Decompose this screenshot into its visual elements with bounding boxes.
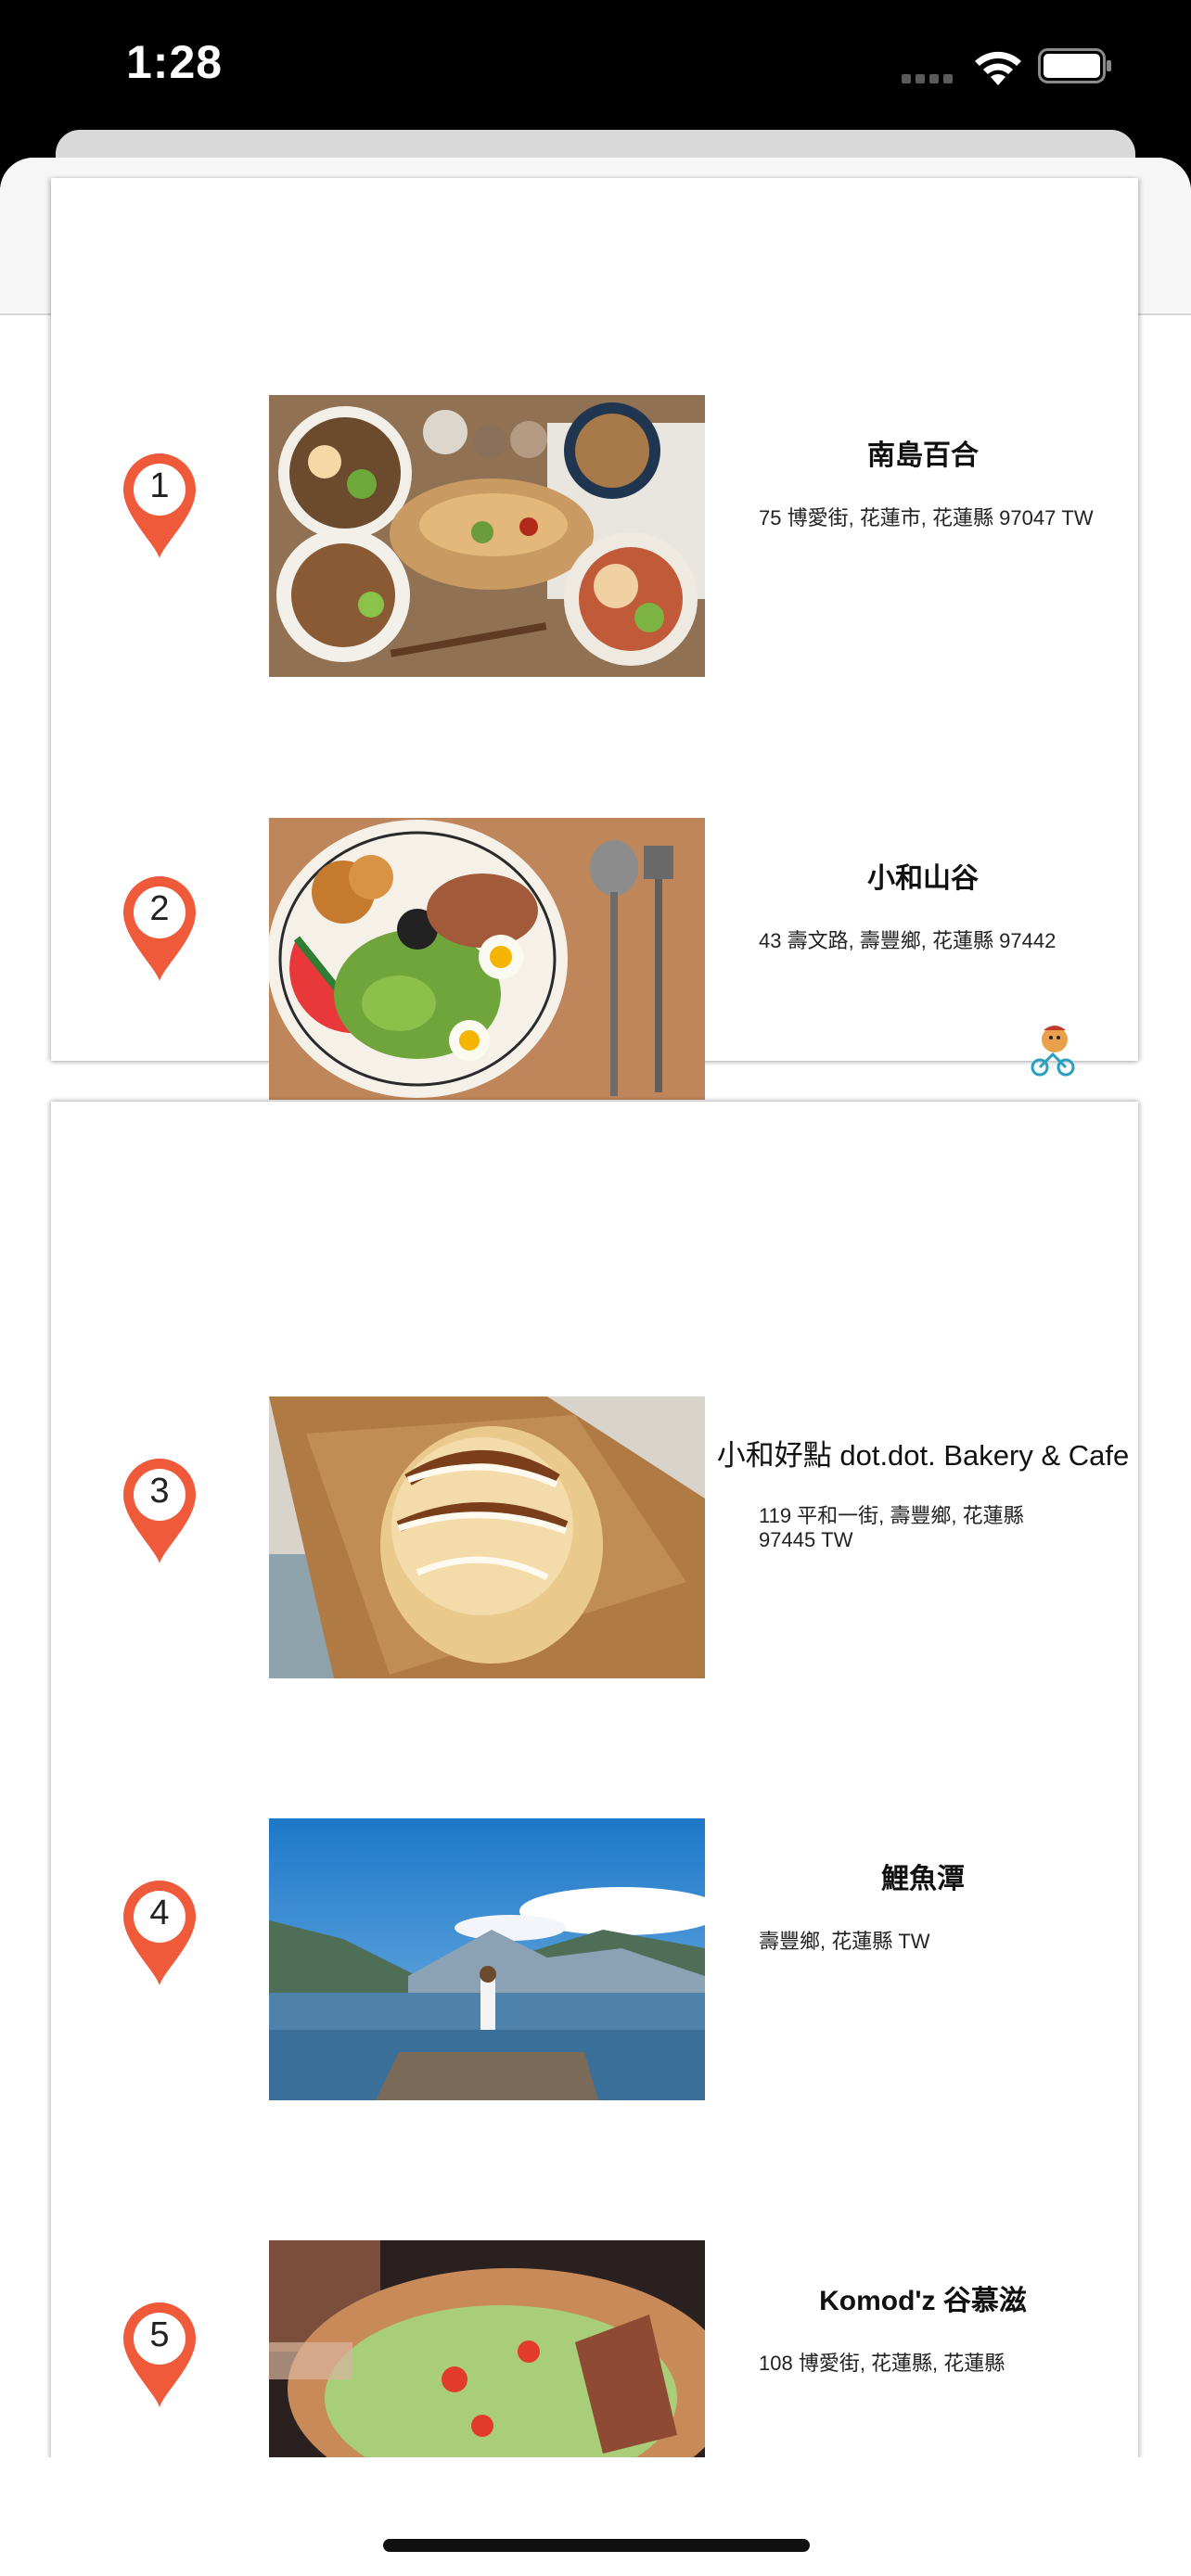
pin-number: 3 bbox=[149, 1472, 170, 1511]
status-time: 1:28 bbox=[126, 36, 224, 88]
list-item: 4 鯉魚潭 壽豐鄉, 花蓮縣 TW bbox=[51, 1818, 1138, 2100]
home-indicator[interactable] bbox=[383, 2539, 810, 2552]
list-item: 1 南島百合 75 博愛街, 花蓮市, 花蓮縣 97047 TW bbox=[51, 395, 1138, 677]
map-pin-icon: 3 bbox=[118, 1456, 201, 1565]
place-name: 鯉魚潭 bbox=[881, 1864, 965, 1894]
place-address: 108 博愛街, 花蓮縣, 花蓮縣 bbox=[759, 2352, 1005, 2375]
battery-icon bbox=[1038, 48, 1111, 83]
place-address: 43 壽文路, 壽豐鄉, 花蓮縣 97442 bbox=[759, 929, 1057, 952]
mascot-icon bbox=[1031, 1026, 1075, 1077]
place-name: 小和山谷 bbox=[867, 863, 979, 894]
place-address: 壽豐鄉, 花蓮縣 TW bbox=[759, 1930, 930, 1953]
cellular-signal-icon bbox=[902, 71, 957, 88]
pdf-page-2: 3 小和好點 dot.dot. Bakery & Cafe 119 平和一街, … bbox=[51, 1102, 1138, 2522]
place-photo[interactable] bbox=[269, 395, 705, 677]
map-pin-icon: 4 bbox=[118, 1878, 201, 1987]
pin-number: 5 bbox=[149, 2315, 170, 2354]
place-name: 南島百合 bbox=[867, 440, 979, 471]
place-name: 小和好點 dot.dot. Bakery & Cafe bbox=[716, 1439, 1130, 1472]
place-name: Komod'z 谷慕滋 bbox=[819, 2286, 1027, 2316]
map-pin-icon: 2 bbox=[118, 874, 201, 983]
place-address: 75 博愛街, 花蓮市, 花蓮縣 97047 TW bbox=[759, 506, 1094, 529]
place-photo[interactable] bbox=[269, 1396, 705, 1678]
wifi-icon bbox=[975, 51, 1021, 85]
map-pin-icon: 1 bbox=[118, 451, 201, 560]
status-bar: 1:28 bbox=[0, 0, 1191, 139]
place-photo[interactable] bbox=[269, 818, 705, 1100]
pin-number: 1 bbox=[149, 466, 170, 505]
place-address: 119 平和一街, 壽豐鄉, 花蓮縣 97445 TW bbox=[759, 1504, 1024, 1551]
home-indicator-area bbox=[0, 2457, 1191, 2576]
list-item: 2 小和山谷 43 壽文路, 壽豐鄉, 花蓮縣 97442 bbox=[51, 818, 1138, 1100]
place-photo[interactable] bbox=[269, 1818, 705, 2100]
map-pin-icon: 5 bbox=[118, 2300, 201, 2409]
pdf-page-1: 1 南島百合 75 博愛街, 花蓮市, 花蓮縣 97047 TW 2 小和山谷 … bbox=[51, 178, 1138, 1100]
pin-number: 4 bbox=[149, 1894, 170, 1932]
list-item: 3 小和好點 dot.dot. Bakery & Cafe 119 平和一街, … bbox=[51, 1396, 1138, 1678]
pin-number: 2 bbox=[149, 889, 170, 928]
